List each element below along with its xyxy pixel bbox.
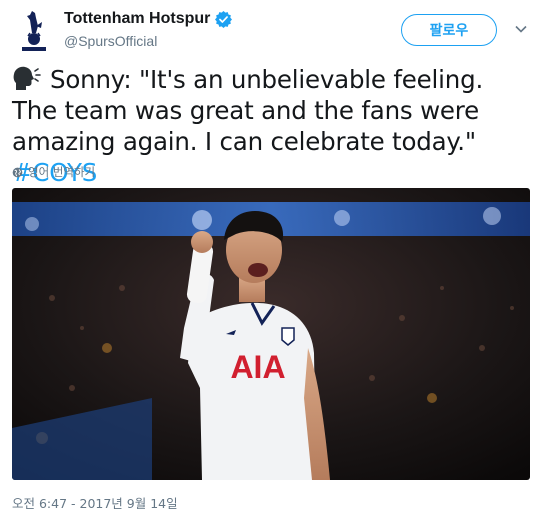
globe-icon xyxy=(12,167,23,178)
verified-badge-icon xyxy=(215,10,233,28)
speaking-head-icon xyxy=(12,66,42,92)
shirt-sponsor-text: AIA xyxy=(230,349,285,385)
name-row: Tottenham Hotspur xyxy=(64,10,233,28)
tweet-photo[interactable]: AIA xyxy=(12,188,530,480)
user-handle[interactable]: @SpursOfficial xyxy=(64,33,157,49)
tweet-timestamp[interactable]: 오전 6:47 - 2017년 9월 14일 xyxy=(12,493,178,512)
translate-link[interactable]: 영어 번역하기 xyxy=(12,164,95,180)
spurs-logo-icon[interactable] xyxy=(14,6,54,54)
tweet-header: Tottenham Hotspur @SpursOfficial 팔로우 xyxy=(0,0,540,60)
tweet-body: Sonny: "It's an unbelievable feeling. Th… xyxy=(12,65,484,156)
display-name[interactable]: Tottenham Hotspur xyxy=(64,10,210,28)
translate-label: 영어 번역하기 xyxy=(28,165,96,179)
follow-button[interactable]: 팔로우 xyxy=(401,14,497,46)
chevron-down-icon[interactable] xyxy=(514,22,528,36)
